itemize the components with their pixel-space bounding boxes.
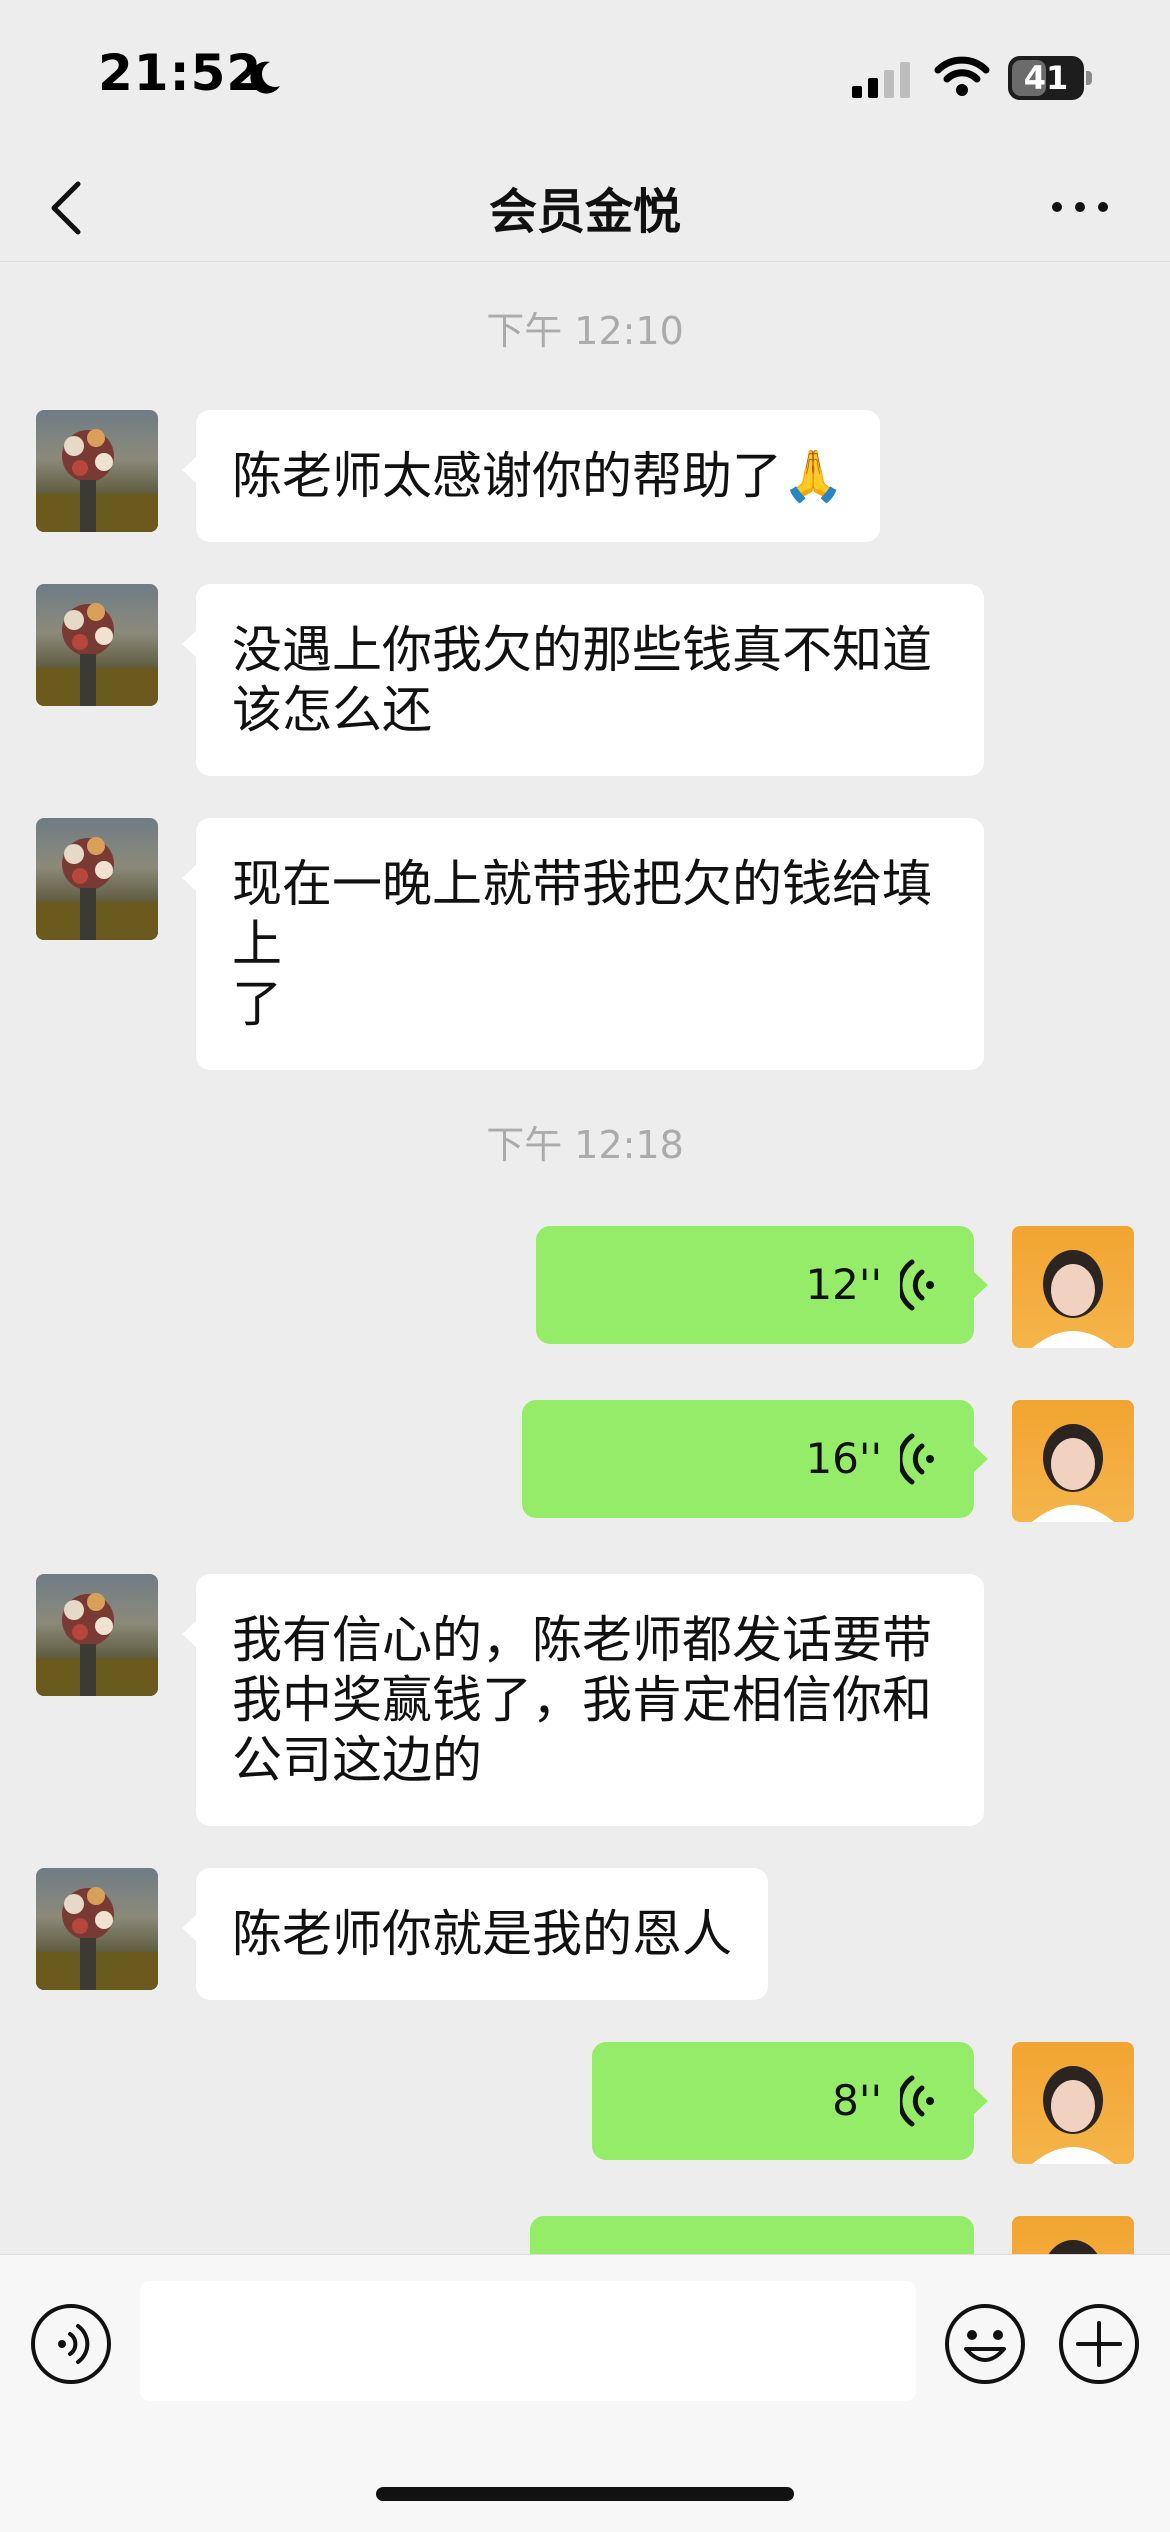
timestamp: 下午 12:10 [486, 309, 684, 353]
avatar[interactable] [36, 410, 158, 532]
voice-duration: 16'' [805, 1434, 882, 1483]
message-line: 该怎么还 [232, 681, 432, 739]
chat-screen: 21:52 41 会员金悦 下午 12:10 陈老师太感谢你的帮助了🙏 没遇上你… [0, 0, 1170, 2532]
more-icon-dot [1098, 202, 1108, 212]
voice-wave-icon [900, 1433, 934, 1485]
incoming-message[interactable]: 陈老师你就是我的恩人 [182, 1868, 768, 2000]
avatar[interactable] [36, 584, 158, 706]
status-time: 21:52 [98, 44, 263, 102]
flowers-avatar-icon [36, 1887, 158, 1990]
voice-message[interactable]: 12'' [536, 1226, 988, 1344]
avatar[interactable] [1012, 1400, 1134, 1522]
input-bar [0, 2254, 1170, 2532]
moon-icon [250, 61, 280, 94]
incoming-message[interactable]: 我有信心的，陈老师都发话要带 我中奖赢钱了，我肯定相信你和 公司这边的 [182, 1574, 984, 1826]
incoming-message[interactable]: 现在一晚上就带我把欠的钱给填 上 了 [182, 818, 984, 1070]
message-line: 公司这边的 [232, 1731, 482, 1789]
flowers-avatar-icon [36, 429, 158, 532]
home-indicator [376, 2487, 794, 2501]
avatar[interactable] [1012, 1226, 1134, 1348]
battery-cap [1086, 71, 1092, 85]
voice-message[interactable]: 8'' [592, 2042, 988, 2160]
message-line: 上 [232, 915, 282, 973]
battery-icon: 41 [1008, 56, 1092, 100]
message-line: 没遇上你我欠的那些钱真不知道 [232, 621, 932, 679]
voice-wave-icon [900, 1259, 934, 1311]
avatar[interactable] [36, 1574, 158, 1696]
more-icon-dot [1075, 202, 1085, 212]
plus-icon[interactable] [1056, 2301, 1142, 2387]
message-line: 现在一晚上就带我把欠的钱给填 [232, 855, 932, 913]
incoming-message[interactable]: 没遇上你我欠的那些钱真不知道 该怎么还 [182, 584, 984, 776]
voice-message[interactable]: 16'' [522, 1400, 988, 1518]
message-line: 我中奖赢钱了，我肯定相信你和 [232, 1671, 932, 1729]
voice-duration: 8'' [832, 2076, 882, 2125]
message-line: 了 [232, 975, 282, 1033]
avatar[interactable] [36, 818, 158, 940]
nav-bar: 会员金悦 [0, 150, 1170, 262]
person-avatar-icon [1032, 2066, 1114, 2164]
flowers-avatar-icon [36, 603, 158, 706]
person-avatar-icon [1032, 1424, 1114, 1522]
person-avatar-icon [1032, 1250, 1114, 1348]
chat-title: 会员金悦 [488, 184, 681, 240]
flowers-avatar-icon [36, 837, 158, 940]
battery-percent: 41 [1023, 59, 1069, 97]
message-line: 陈老师太感谢你的帮助了🙏 [232, 447, 845, 505]
emoji-icon[interactable] [942, 2301, 1028, 2387]
status-bar: 21:52 41 [0, 0, 1170, 150]
avatar[interactable] [1012, 2042, 1134, 2164]
message-input[interactable] [140, 2281, 916, 2401]
avatar[interactable] [36, 1868, 158, 1990]
flowers-avatar-icon [36, 1593, 158, 1696]
incoming-message[interactable]: 陈老师太感谢你的帮助了🙏 [181, 410, 881, 542]
message-line: 陈老师你就是我的恩人 [232, 1905, 732, 1963]
more-icon-dot [1052, 202, 1062, 212]
voice-mode-icon[interactable] [28, 2301, 114, 2387]
voice-duration: 12'' [805, 1260, 882, 1309]
timestamp: 下午 12:18 [486, 1123, 684, 1167]
more-button[interactable] [1040, 170, 1120, 240]
message-line: 我有信心的，陈老师都发话要带 [232, 1611, 932, 1669]
signal-icon [852, 62, 910, 98]
voice-wave-icon [900, 2075, 934, 2127]
wifi-icon [934, 56, 990, 96]
